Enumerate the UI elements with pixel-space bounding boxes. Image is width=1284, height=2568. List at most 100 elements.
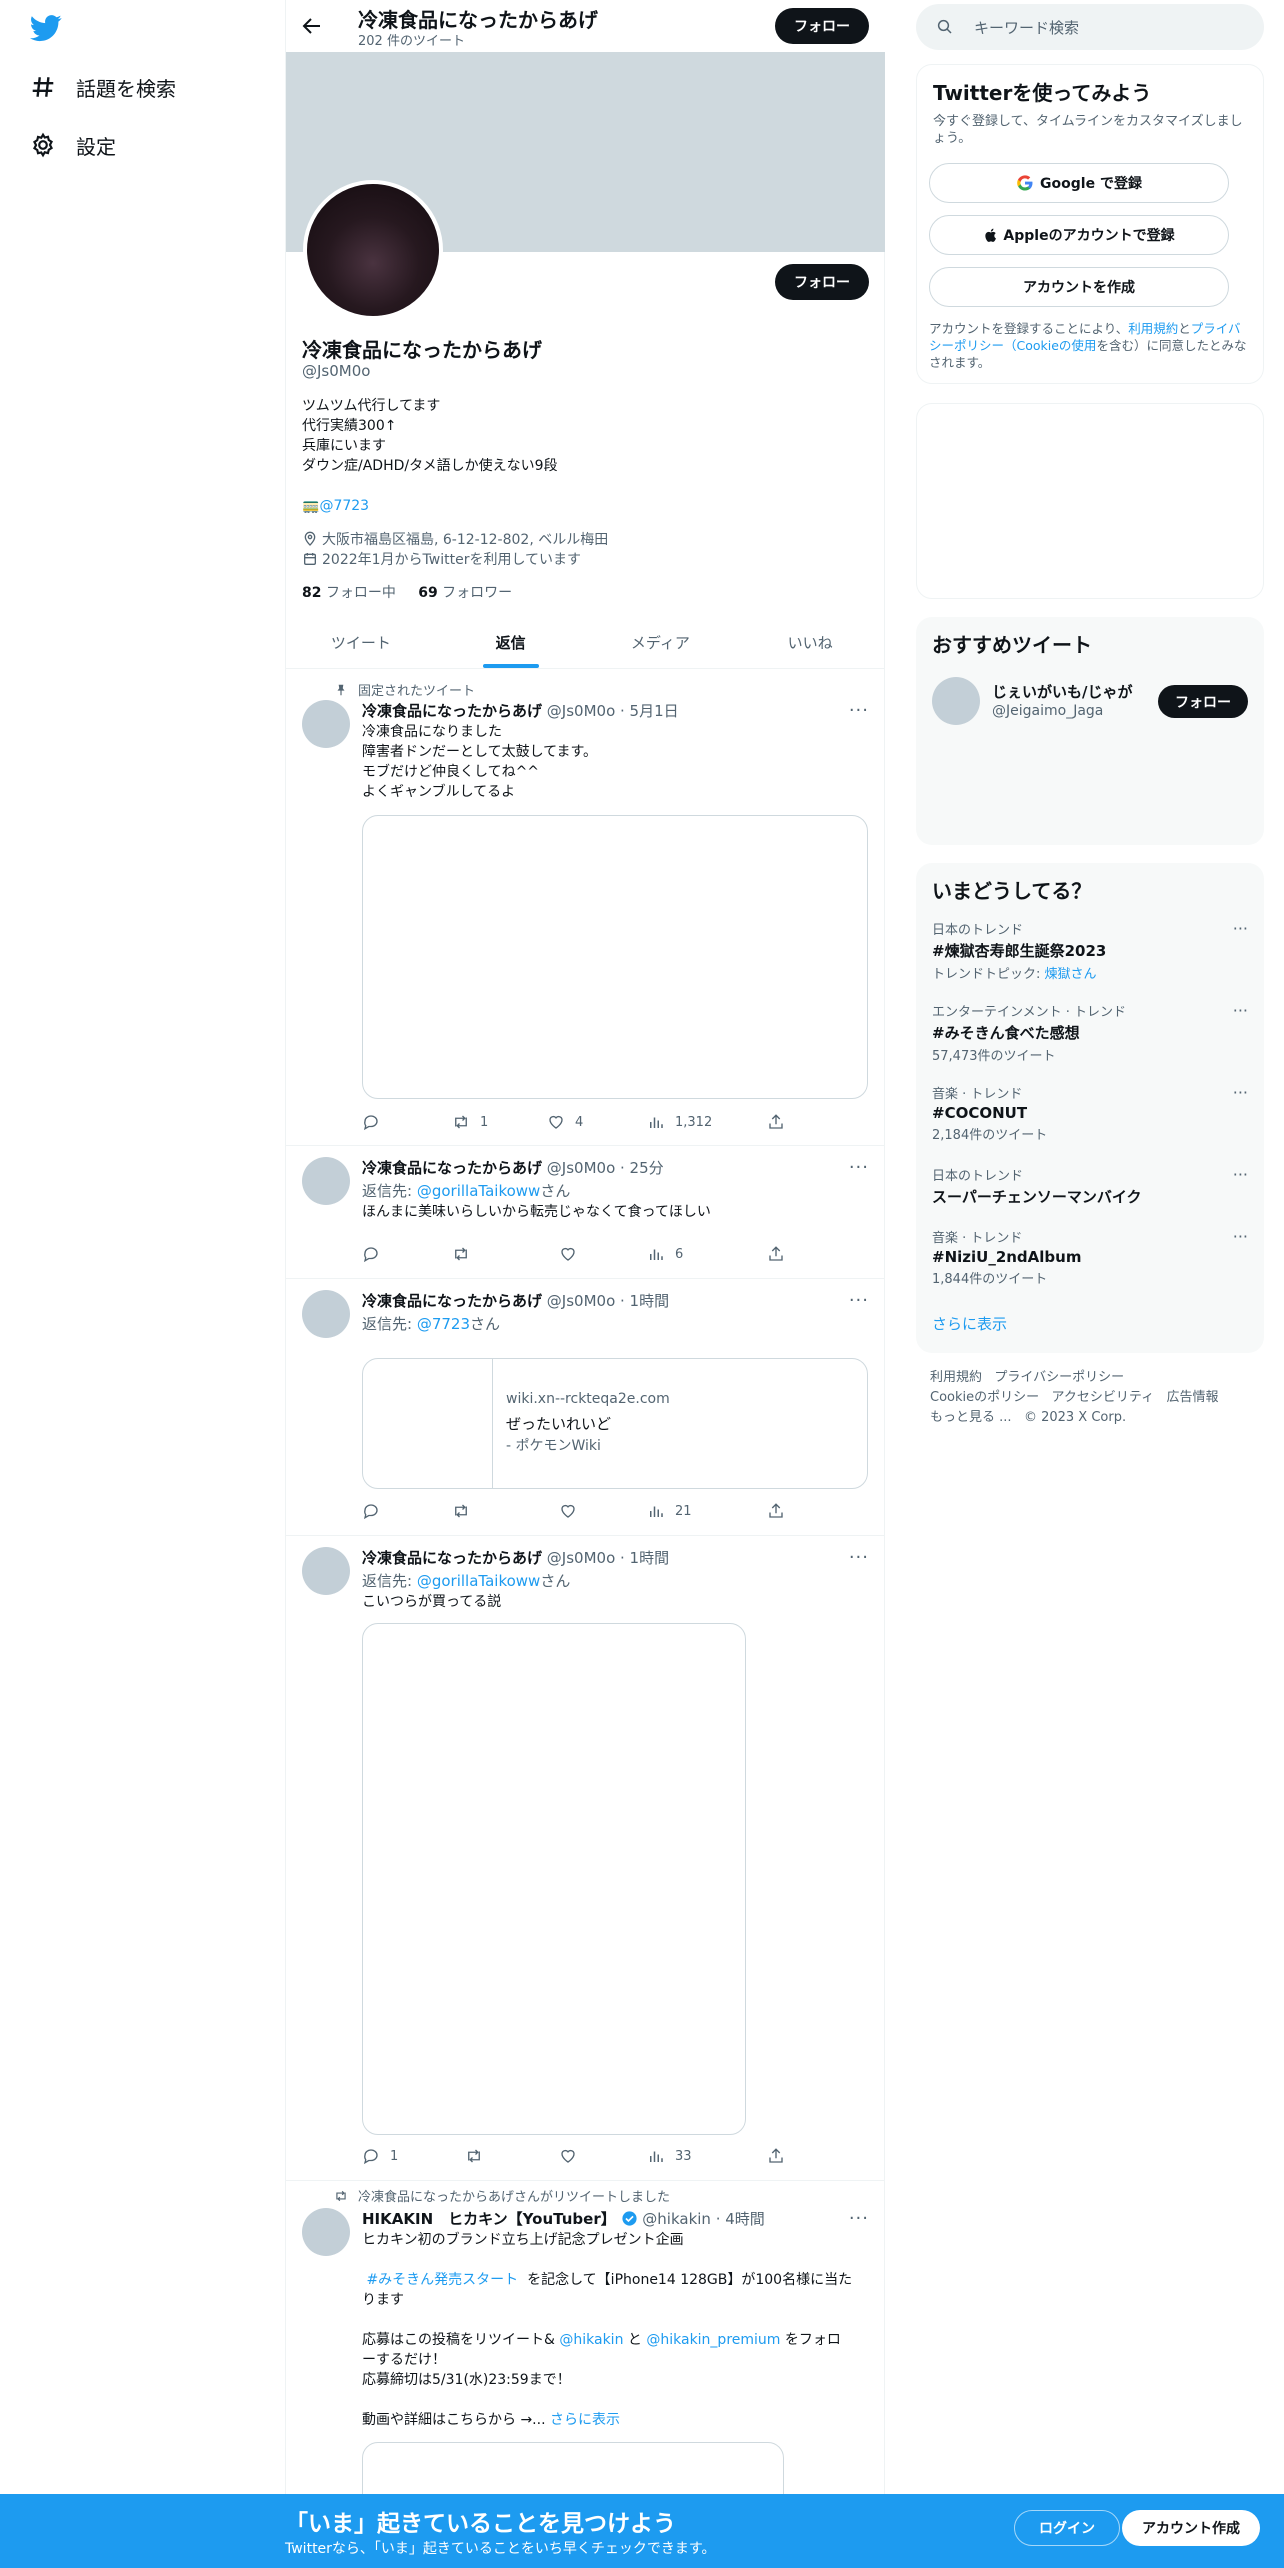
- views-button[interactable]: 6: [647, 1245, 683, 1263]
- link-card[interactable]: wiki.xn--rckteqa2e.com ぜったいれいど - ポケモンWik…: [362, 1358, 868, 1489]
- share-button[interactable]: [767, 1245, 795, 1263]
- reply-button[interactable]: [362, 1113, 390, 1131]
- create-account-button[interactable]: アカウントを作成: [929, 267, 1229, 307]
- tweet-handle-time[interactable]: @Js0M0o · 5月1日: [547, 702, 679, 720]
- tweet-more-icon[interactable]: ···: [849, 1290, 869, 1311]
- back-arrow-icon[interactable]: [300, 14, 324, 38]
- footer-privacy[interactable]: プライバシーポリシー: [994, 1370, 1124, 1385]
- views-button[interactable]: 21: [647, 1502, 692, 1520]
- tab-media[interactable]: メディア: [586, 616, 736, 668]
- profile-handle: @Js0M0o: [302, 362, 371, 380]
- retweet-button[interactable]: 1: [452, 1113, 488, 1131]
- trend-item[interactable]: 日本のトレンド #煉獄杏寿郎生誕祭2023 トレンドトピック: 煉獄さん ···: [932, 919, 1248, 982]
- trend-more-icon[interactable]: ···: [1233, 1001, 1248, 1020]
- profile-avatar[interactable]: [303, 180, 443, 320]
- trend-more-icon[interactable]: ···: [1233, 919, 1248, 938]
- tweet-more-icon[interactable]: ···: [849, 1157, 869, 1178]
- header-follow-button[interactable]: フォロー: [775, 8, 869, 44]
- retweet-button[interactable]: [452, 1502, 480, 1520]
- footer-terms[interactable]: 利用規約: [930, 1370, 982, 1385]
- tweet-reply-card[interactable]: 冷凍食品になったからあげ @Js0M0o · 1時間 ··· 返信先: @772…: [286, 1280, 885, 1536]
- tab-replies[interactable]: 返信: [436, 616, 586, 668]
- login-button[interactable]: ログイン: [1014, 2510, 1120, 2546]
- share-button[interactable]: [767, 1113, 795, 1131]
- like-button[interactable]: [559, 2147, 587, 2165]
- tweet-author-name[interactable]: HIKAKIN ヒカキン【YouTuber】: [362, 2210, 616, 2228]
- tweet-avatar[interactable]: [302, 1157, 350, 1205]
- following-link[interactable]: 82 フォロー中: [302, 585, 396, 601]
- trend-more-icon[interactable]: ···: [1233, 1165, 1248, 1184]
- recommend-handle[interactable]: @Jeigaimo_Jaga: [992, 703, 1103, 719]
- share-button[interactable]: [767, 2147, 795, 2165]
- show-more-link[interactable]: さらに表示: [550, 2412, 620, 2428]
- recommend-name[interactable]: じぇいがいも/じゃが: [992, 681, 1132, 702]
- tweet-avatar[interactable]: [302, 1547, 350, 1595]
- share-icon: [769, 2148, 783, 2163]
- bio-mention[interactable]: @7723: [319, 498, 369, 514]
- views-button[interactable]: 1,312: [647, 1113, 712, 1131]
- tweet-avatar[interactable]: [302, 700, 350, 748]
- bio-link[interactable]: 🚃@7723: [302, 498, 369, 514]
- trend-item[interactable]: 音楽 · トレンド #COCONUT 2,184件のツイート ···: [932, 1083, 1248, 1143]
- reply-button[interactable]: [362, 1502, 390, 1520]
- like-button[interactable]: 4: [547, 1113, 583, 1131]
- trends-show-more[interactable]: さらに表示: [932, 1313, 1007, 1334]
- hashtag-link[interactable]: #みそきん発売スタート: [366, 2272, 518, 2288]
- footer-cookie[interactable]: Cookieのポリシー: [930, 1390, 1039, 1405]
- recommend-avatar[interactable]: [932, 677, 980, 725]
- followers-link[interactable]: 69 フォロワー: [418, 585, 512, 601]
- retweet-button[interactable]: [465, 2147, 493, 2165]
- tweet-more-icon[interactable]: ···: [849, 1547, 869, 1568]
- trend-topic-link[interactable]: 煉獄さん: [1045, 967, 1097, 982]
- like-button[interactable]: [559, 1245, 587, 1263]
- tweet-author-name[interactable]: 冷凍食品になったからあげ: [362, 1159, 542, 1177]
- views-button[interactable]: 33: [647, 2147, 692, 2165]
- recommend-follow-button[interactable]: フォロー: [1158, 685, 1248, 718]
- mention-hikakin-premium[interactable]: @hikakin_premium: [646, 2332, 780, 2348]
- google-signup-button[interactable]: Google で登録: [929, 163, 1229, 203]
- trend-item[interactable]: 音楽 · トレンド #NiziU_2ndAlbum 1,844件のツイート ··…: [932, 1227, 1248, 1287]
- footer-ads[interactable]: 広告情報: [1167, 1390, 1219, 1405]
- share-button[interactable]: [767, 1502, 795, 1520]
- profile-follow-button[interactable]: フォロー: [775, 264, 869, 300]
- trend-item[interactable]: 日本のトレンド スーパーチェンソーマンバイク ···: [932, 1165, 1248, 1207]
- tweet-avatar[interactable]: [302, 1290, 350, 1338]
- reply-mention[interactable]: @7723: [417, 1315, 470, 1333]
- reply-mention[interactable]: @gorillaTaikoww: [417, 1572, 540, 1590]
- retweet-button[interactable]: [452, 1245, 480, 1263]
- tweet-more-icon[interactable]: ···: [849, 700, 869, 721]
- nav-explore[interactable]: 話題を検索: [30, 67, 176, 107]
- terms-link[interactable]: 利用規約: [1128, 321, 1178, 336]
- tab-likes[interactable]: いいね: [735, 616, 885, 668]
- tweet-author-name[interactable]: 冷凍食品になったからあげ: [362, 1549, 542, 1567]
- nav-settings[interactable]: 設定: [30, 125, 116, 165]
- apple-signup-button[interactable]: Appleのアカウントで登録: [929, 215, 1229, 255]
- search-input[interactable]: キーワード検索: [916, 4, 1264, 50]
- like-button[interactable]: [559, 1502, 587, 1520]
- reply-button[interactable]: 1: [362, 2147, 398, 2165]
- tweet-media[interactable]: [362, 815, 868, 1099]
- mention-hikakin[interactable]: @hikakin: [559, 2332, 623, 2348]
- reply-button[interactable]: [362, 1245, 390, 1263]
- tweet-author-name[interactable]: 冷凍食品になったからあげ: [362, 1292, 542, 1310]
- tweet-reply[interactable]: 冷凍食品になったからあげ @Js0M0o · 25分 ··· 返信先: @gor…: [286, 1147, 885, 1279]
- trend-more-icon[interactable]: ···: [1233, 1083, 1248, 1102]
- tweet-handle-time[interactable]: @Js0M0o · 25分: [547, 1159, 664, 1177]
- signup-button[interactable]: アカウント作成: [1122, 2510, 1260, 2546]
- twitter-logo-icon[interactable]: [30, 12, 62, 44]
- footer-accessibility[interactable]: アクセシビリティ: [1052, 1390, 1155, 1405]
- tweet-pinned[interactable]: 固定されたツイート 冷凍食品になったからあげ @Js0M0o · 5月1日 ··…: [286, 670, 885, 1146]
- tweet-author-name[interactable]: 冷凍食品になったからあげ: [362, 702, 542, 720]
- trend-more-icon[interactable]: ···: [1233, 1227, 1248, 1246]
- footer-more[interactable]: もっと見る ...: [930, 1410, 1012, 1425]
- tweet-more-icon[interactable]: ···: [849, 2208, 869, 2229]
- tweet-handle-time[interactable]: @Js0M0o · 1時間: [547, 1549, 669, 1567]
- reply-mention[interactable]: @gorillaTaikoww: [417, 1182, 540, 1200]
- tab-tweets[interactable]: ツイート: [286, 616, 436, 668]
- tweet-handle-time[interactable]: @Js0M0o · 1時間: [547, 1292, 669, 1310]
- trend-item[interactable]: エンターテインメント · トレンド #みそきん食べた感想 57,473件のツイー…: [932, 1001, 1248, 1064]
- tweet-avatar[interactable]: [302, 2208, 350, 2256]
- tweet-handle-time[interactable]: @hikakin · 4時間: [642, 2210, 765, 2228]
- tweet-reply-media[interactable]: 冷凍食品になったからあげ @Js0M0o · 1時間 ··· 返信先: @gor…: [286, 1537, 885, 2181]
- tweet-media[interactable]: [362, 1623, 746, 2135]
